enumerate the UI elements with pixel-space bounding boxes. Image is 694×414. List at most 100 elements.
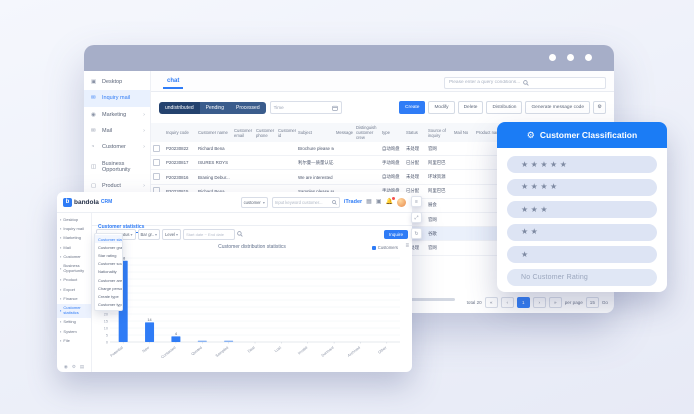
card-header: ⚙ Customer Classification bbox=[497, 122, 667, 148]
dropdown-option-customer-status[interactable]: Customer status bbox=[95, 235, 122, 243]
chart-sidebar-item-marketing[interactable]: ▪Marketing bbox=[57, 234, 91, 243]
tab-chat[interactable]: chat bbox=[163, 76, 183, 89]
expand-icon[interactable]: ⤢ bbox=[411, 212, 422, 223]
row-checkbox[interactable] bbox=[153, 145, 160, 152]
user-icon[interactable]: ◉ bbox=[64, 364, 68, 370]
chart-sidebar-item-setting[interactable]: ▪Setting bbox=[57, 318, 91, 327]
delete-button[interactable]: Delete bbox=[458, 101, 484, 114]
page-chip-1[interactable]: 1 bbox=[517, 297, 530, 308]
filter-processed[interactable]: Processed bbox=[230, 102, 266, 114]
marketing-canvas: ▣Desktop✉Inquiry mail◉Marketing›✉Mail›◔C… bbox=[0, 0, 694, 414]
chart-sidebar-item-export[interactable]: ▪Export bbox=[57, 285, 91, 294]
level-select[interactable]: Level ▾ bbox=[162, 229, 181, 240]
dropdown-option-nationality[interactable]: Nationality bbox=[95, 268, 122, 276]
chart-sidebar-item-customer-statistics[interactable]: ▪Customer statistics bbox=[57, 304, 91, 318]
business-opportunity-icon: ◫ bbox=[91, 164, 98, 170]
chevron-down-icon: ▾ bbox=[263, 200, 265, 205]
filter-undistributed[interactable]: undistributed bbox=[159, 102, 200, 114]
row-checkbox[interactable] bbox=[153, 173, 160, 180]
rating-pill-2-star[interactable]: ★★ bbox=[507, 224, 657, 241]
cell-checkbox bbox=[151, 142, 164, 156]
cell-source: 展会 bbox=[426, 198, 452, 212]
dropdown-option-create-type[interactable]: Create type bbox=[95, 292, 122, 300]
filter-pending[interactable]: Pending bbox=[200, 102, 230, 114]
dropdown-option-star-rating[interactable]: Star rating bbox=[95, 251, 122, 259]
apps-grid-icon[interactable]: ▦ bbox=[366, 199, 372, 205]
cell-source: 环球资源 bbox=[426, 170, 452, 184]
cell-customer-name: ISURES ROYS bbox=[196, 156, 232, 170]
sidebar-item-customer[interactable]: ◔Customer› bbox=[84, 139, 150, 155]
chart-sidebar-item-inquiry-mail[interactable]: ▪Inquiry mail bbox=[57, 224, 91, 233]
keyword-search-input[interactable]: Input keyword customer... bbox=[272, 197, 340, 208]
chart-menu-icon[interactable]: ≡ bbox=[405, 243, 409, 249]
page-chip-[interactable]: ‹ bbox=[501, 297, 514, 308]
query-search-input[interactable]: Please enter a query conditions... bbox=[444, 77, 606, 89]
sidebar-item-marketing[interactable]: ◉Marketing› bbox=[84, 107, 150, 123]
settings-gear-button[interactable]: ⚙ bbox=[593, 101, 606, 114]
level-select-value: Level bbox=[165, 232, 175, 237]
chart-type-select[interactable]: Bar gr.. ▾ bbox=[138, 229, 161, 240]
rating-pill-4-star[interactable]: ★★★★ bbox=[507, 179, 657, 196]
page-chip-[interactable]: › bbox=[533, 297, 546, 308]
search-icon bbox=[332, 200, 337, 205]
svg-text:Lost: Lost bbox=[274, 345, 283, 353]
create-button[interactable]: Create bbox=[399, 101, 425, 114]
scope-select[interactable]: customer ▾ bbox=[241, 197, 268, 208]
sidebar-item-desktop[interactable]: ▣Desktop bbox=[84, 74, 150, 90]
go-label[interactable]: Go bbox=[602, 300, 608, 305]
help-icon[interactable]: ▣ bbox=[376, 199, 382, 205]
date-range-input[interactable]: Start date ~ End date bbox=[183, 229, 235, 240]
rating-pill-3-star[interactable]: ★★★ bbox=[507, 201, 657, 218]
search-icon[interactable] bbox=[237, 231, 243, 237]
dropdown-option-customer-area[interactable]: Customer area bbox=[95, 276, 122, 284]
refresh-icon[interactable]: ↻ bbox=[411, 228, 422, 239]
pagination-total: total 20 bbox=[467, 300, 482, 305]
chart-sidebar-label: Desktop bbox=[63, 218, 78, 222]
generate-message-code-button[interactable]: Generate message code bbox=[525, 101, 590, 114]
inquire-button[interactable]: Inquire bbox=[384, 230, 408, 239]
chart-sidebar-item-finance[interactable]: ▪Finance bbox=[57, 295, 91, 304]
svg-text:Quoted: Quoted bbox=[191, 346, 203, 357]
chart-sidebar-item-customer[interactable]: ▪Customer bbox=[57, 253, 91, 262]
menu-icon[interactable]: ≡ bbox=[411, 196, 422, 207]
cell-inquiry-code: P20230822 bbox=[164, 142, 196, 156]
chart-sidebar-item-system[interactable]: ▪System bbox=[57, 327, 91, 336]
doc-icon[interactable]: ▤ bbox=[80, 364, 84, 370]
trader-link[interactable]: iTrader bbox=[344, 199, 362, 205]
chart-sidebar-label: Marketing bbox=[63, 236, 81, 240]
rating-pill-no-rating[interactable]: No Customer Rating bbox=[507, 269, 657, 286]
dropdown-option-charge-person[interactable]: Charge person bbox=[95, 284, 122, 292]
rating-pill-5-star[interactable]: ★★★★★ bbox=[507, 156, 657, 173]
page-size-select[interactable]: 15 bbox=[586, 297, 599, 308]
chart-legend[interactable]: Customers bbox=[372, 245, 398, 250]
cell-id bbox=[276, 170, 296, 184]
modify-button[interactable]: Modify bbox=[428, 101, 454, 114]
dropdown-option-customer-grade[interactable]: Customer grade bbox=[95, 243, 122, 251]
chart-sidebar-item-file[interactable]: ▪File bbox=[57, 336, 91, 345]
cell-checkbox bbox=[151, 170, 164, 184]
time-filter-input[interactable]: Time bbox=[270, 101, 342, 114]
sidebar-item-inquiry-mail[interactable]: ✉Inquiry mail bbox=[84, 90, 150, 106]
cell-mailno bbox=[452, 213, 474, 227]
chart-sidebar-item-mail[interactable]: ▪Mail bbox=[57, 243, 91, 252]
chart-sidebar-item-product[interactable]: ▪Product bbox=[57, 276, 91, 285]
sidebar-item-mail[interactable]: ✉Mail› bbox=[84, 123, 150, 139]
gear-icon[interactable]: ⚙ bbox=[72, 364, 76, 370]
page-chip-[interactable]: » bbox=[549, 297, 562, 308]
svg-text:15: 15 bbox=[104, 319, 108, 323]
cell-subject: We are interested i... bbox=[296, 170, 334, 184]
dropdown-option-customer-type[interactable]: Customer type bbox=[95, 301, 122, 309]
bell-icon[interactable]: 🔔 bbox=[386, 199, 393, 205]
chart-sidebar-item-business-opportunity[interactable]: ▪Business Opportunity bbox=[57, 262, 91, 276]
chart-sidebar-item-desktop[interactable]: ▪Desktop bbox=[57, 215, 91, 224]
rating-pills: ★★★★★★★★★★★★★★★No Customer Rating bbox=[497, 148, 667, 286]
row-checkbox[interactable] bbox=[153, 159, 160, 166]
toolbar: undistributedPendingProcessed Time Creat… bbox=[151, 92, 614, 123]
cell-source: 官网 bbox=[426, 142, 452, 156]
page-chip-[interactable]: « bbox=[485, 297, 498, 308]
avatar[interactable] bbox=[397, 198, 406, 207]
dropdown-option-customer-source[interactable]: Customer source bbox=[95, 260, 122, 268]
distribution-button[interactable]: Distribution bbox=[486, 101, 522, 114]
rating-pill-1-star[interactable]: ★ bbox=[507, 246, 657, 263]
sidebar-item-business-opportunity[interactable]: ◫Business Opportunity bbox=[84, 156, 150, 179]
